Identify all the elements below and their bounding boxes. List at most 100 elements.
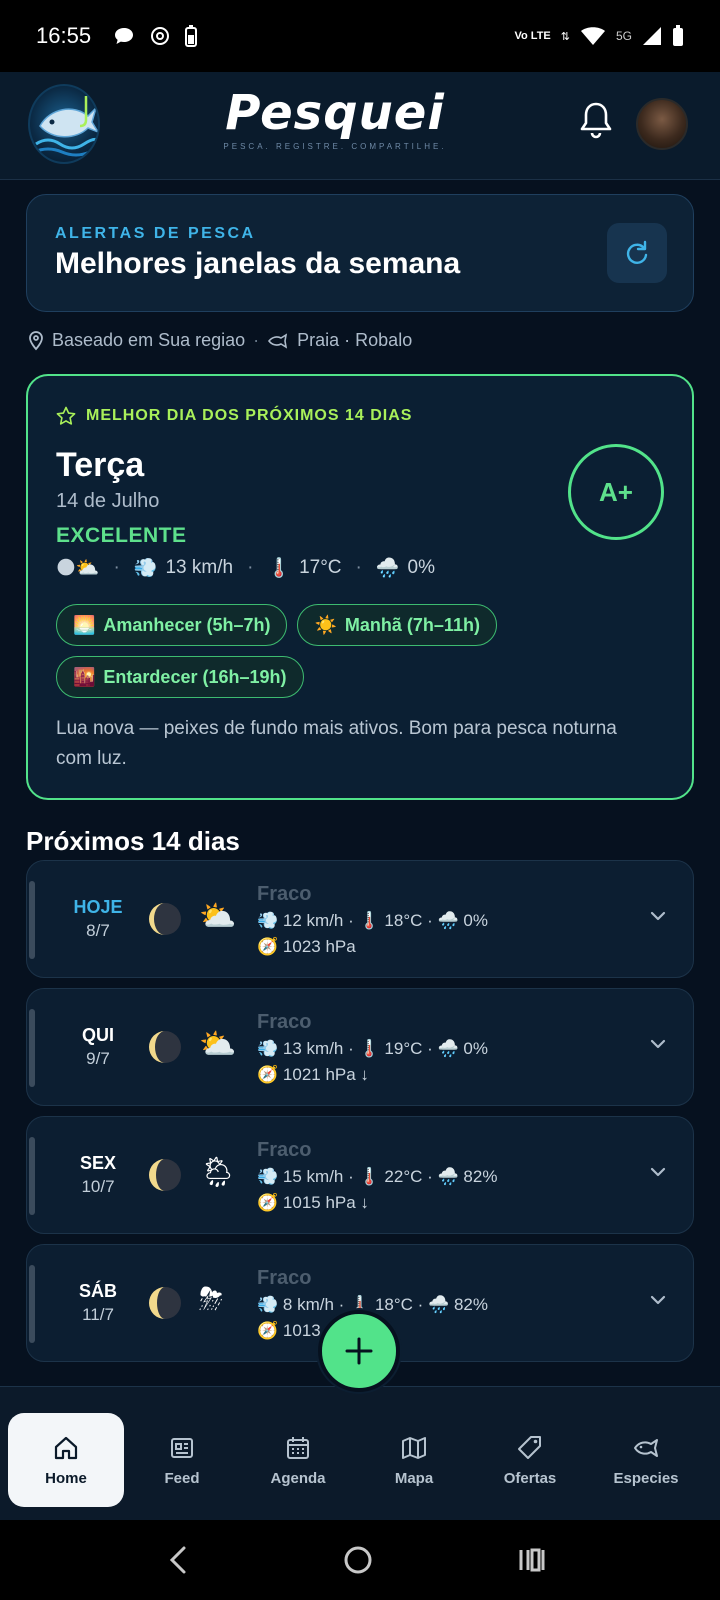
compass-icon: 🧭 [257,1193,279,1212]
chevron-down-icon[interactable] [647,1161,669,1183]
best-day-grade: A+ [568,444,664,540]
day-pressure-row: 🧭 1023 hPa [257,937,356,957]
nav-agenda[interactable]: Agenda [240,1413,356,1507]
nav-label: Agenda [270,1469,326,1487]
stats-separator: · [355,557,362,578]
volte-indicator: Vo LTE [514,29,551,42]
home-icon [54,1436,78,1459]
day-card-today[interactable]: HOJE 8/7 ⛅ Fraco 💨 12 km/h · 🌡️ 18°C · 🌧… [26,860,694,978]
chevron-down-icon[interactable] [647,1033,669,1055]
nav-especies[interactable]: Especies [588,1413,704,1507]
day-rain: 82% [463,1167,498,1186]
recent-apps-icon[interactable] [516,1544,548,1576]
nav-label: Home [45,1469,87,1487]
wind-icon: 💨 [257,1167,279,1186]
day-name: QUI [81,1025,114,1045]
thermometer-icon: 🌡️ [358,1039,380,1058]
weather-icon: ⛈ [199,1283,223,1316]
location-pin-icon [29,330,43,350]
best-day-card[interactable]: MELHOR DIA DOS PRÓXIMOS 14 DIAS Terça 14… [26,374,694,800]
weather-icon: ⛅ [199,900,237,933]
rain-cloud-icon: 🌧️ [437,1039,459,1058]
user-avatar[interactable] [636,98,688,150]
day-date: 10/7 [81,1177,115,1196]
forecast-section-title: Próximos 14 dias [26,826,240,856]
back-icon[interactable] [166,1544,190,1576]
nav-label: Especies [613,1469,679,1487]
fish-logo-icon[interactable] [28,84,100,164]
compass-icon: 🧭 [257,1065,279,1084]
best-wind: 13 km/h [165,557,234,578]
rain-cloud-icon: 🌧️ [375,558,400,579]
notifications-bell-icon[interactable] [578,100,614,140]
status-bar: 16:55 Vo LTE ⇅ 5G [0,0,720,72]
chevron-down-icon[interactable] [647,905,669,927]
day-card-indicator [29,1009,35,1087]
nav-label: Feed [164,1469,200,1487]
add-catch-button[interactable] [318,1310,400,1392]
best-day-description: Lua nova — peixes de fundo mais ativos. … [56,718,617,769]
time-window-chips: 🌅 Amanhecer (5h–7h) ☀️ Manhã (7h–11h) 🌇 … [56,604,666,698]
day-name: SÁB [78,1281,117,1301]
rain-cloud-icon: 🌧️ [428,1295,450,1314]
day-temp: 18°C [384,911,423,930]
chip-sunrise[interactable]: 🌅 Amanhecer (5h–7h) [56,604,288,646]
thermometer-icon: 🌡️ [358,1167,380,1186]
brand-logo: Pesquei PESCA. REGISTRE. COMPARTILHE. [220,86,450,151]
day-pressure: 1023 hPa [282,937,356,956]
alerts-kicker: ALERTAS DE PESCA [55,225,256,242]
chip-label: Manhã (7h–11h) [344,614,480,635]
best-temp: 17°C [299,557,342,578]
status-right: Vo LTE ⇅ 5G [515,25,685,47]
brand-tagline: PESCA. REGISTRE. COMPARTILHE. [223,142,447,151]
nav-feed[interactable]: Feed [124,1413,240,1507]
nav-label: Mapa [394,1469,434,1487]
chip-sunset[interactable]: 🌇 Entardecer (16h–19h) [56,656,304,698]
day-rain: 0% [463,1039,488,1058]
day-name: HOJE [73,897,123,917]
day-rating: Fraco [257,1267,312,1289]
calendar-icon [287,1436,309,1459]
bottom-navigation: Home Feed Agenda Mapa Ofertas Especies [0,1386,720,1520]
day-name: SEX [79,1153,117,1173]
moon-phase-icon [149,1287,181,1319]
day-stats: 💨 12 km/h · 🌡️ 18°C · 🌧️ 0% [257,911,488,930]
data-arrows-icon: ⇅ [560,30,570,43]
chevron-down-icon[interactable] [647,1289,669,1311]
home-circle-icon[interactable] [342,1544,374,1576]
nav-mapa[interactable]: Mapa [356,1413,472,1507]
stats-separator: · [247,557,254,578]
day-temp: 19°C [384,1039,423,1058]
wind-icon: 💨 [257,1039,279,1058]
day-pressure: 1015 hPa ↓ [282,1193,369,1212]
best-day-stats: 🌑⛅ · 💨 13 km/h · 🌡️ 17°C · 🌧️ 0% [56,556,435,580]
best-rain: 0% [407,557,435,578]
best-day-name: Terça [56,446,145,484]
day-wind: 8 km/h [282,1295,334,1314]
star-icon [56,406,76,425]
weather-icon: ⛅ [199,1028,237,1061]
fish-icon [634,1438,658,1457]
day-card-indicator [29,1265,35,1343]
day-rain: 82% [453,1295,488,1314]
day-temp: 22°C [384,1167,423,1186]
nav-ofertas[interactable]: Ofertas [472,1413,588,1507]
refresh-button[interactable] [607,223,667,283]
best-day-rating: EXCELENTE [56,524,187,547]
chip-morning[interactable]: ☀️ Manhã (7h–11h) [297,604,497,646]
day-card-fri[interactable]: SEX 10/7 🌦 Fraco 💨 15 km/h · 🌡️ 22°C · 🌧… [26,1116,694,1234]
thermometer-icon: 🌡️ [267,558,292,579]
best-day-kicker-text: MELHOR DIA DOS PRÓXIMOS 14 DIAS [86,407,413,424]
wifi-icon [580,27,605,45]
day-card-thu[interactable]: QUI 9/7 ⛅ Fraco 💨 13 km/h · 🌡️ 19°C · 🌧️… [26,988,694,1106]
day-rating: Fraco [257,1011,312,1033]
system-navigation-bar [0,1520,720,1600]
day-date: 8/7 [86,921,110,940]
rain-cloud-icon: 🌧️ [437,911,459,930]
day-rain: 0% [463,911,488,930]
day-pressure: 1021 hPa ↓ [282,1065,369,1084]
status-time: 16:55 [36,23,92,48]
day-wind: 13 km/h [282,1039,344,1058]
nav-home[interactable]: Home [8,1413,124,1507]
sun-icon: ☀️ [314,614,337,635]
